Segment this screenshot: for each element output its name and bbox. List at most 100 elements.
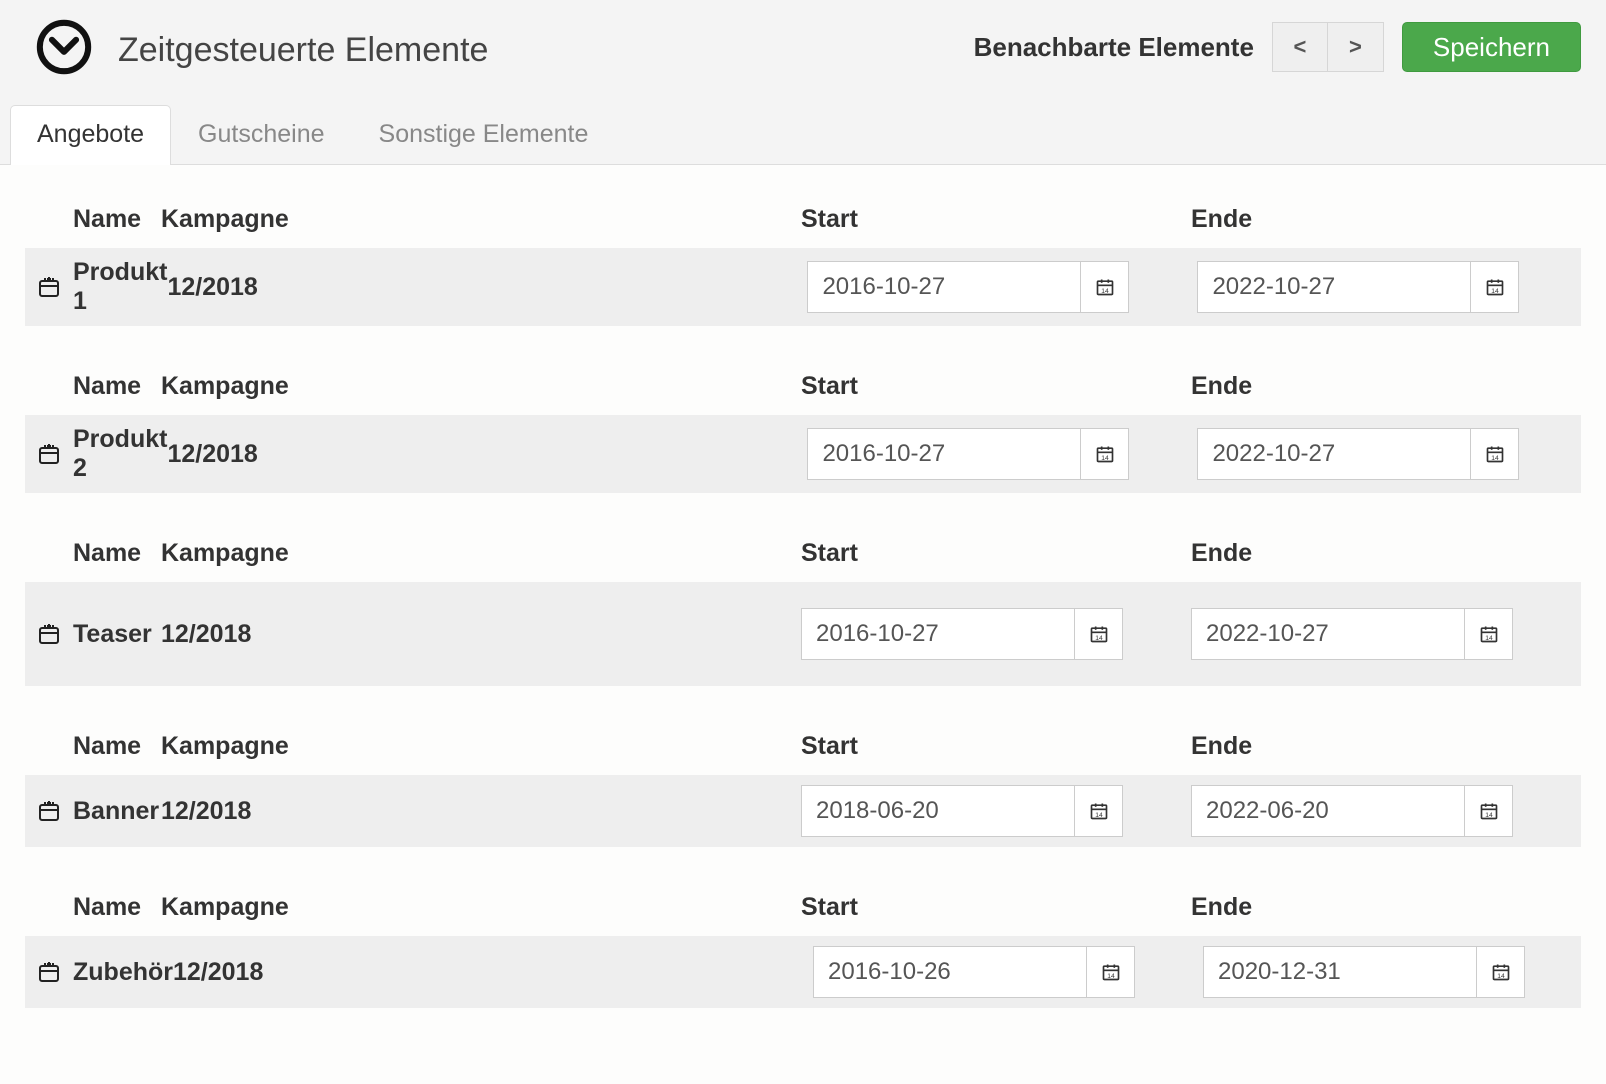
topbar: Zeitgesteuerte Elemente Benachbarte Elem… — [0, 0, 1606, 165]
svg-text:14: 14 — [1491, 288, 1499, 295]
row-name: Teaser — [73, 620, 161, 649]
group: NameKampagneStartEnde Zubehör12/2018 14 14 — [25, 883, 1581, 1008]
neighbor-elements-label: Benachbarte Elemente — [974, 32, 1254, 63]
calendar-icon[interactable]: 14 — [1087, 946, 1135, 998]
clipboard-add-icon[interactable] — [25, 960, 73, 984]
prev-button[interactable]: < — [1272, 22, 1328, 72]
svg-text:14: 14 — [1497, 973, 1505, 980]
calendar-icon[interactable]: 14 — [1075, 608, 1123, 660]
col-name: Name — [73, 539, 161, 568]
tabs: AngeboteGutscheineSonstige Elemente — [10, 104, 1581, 164]
group-header: NameKampagneStartEnde — [25, 722, 1581, 775]
calendar-icon[interactable]: 14 — [1465, 608, 1513, 660]
calendar-icon[interactable]: 14 — [1477, 946, 1525, 998]
col-start: Start — [801, 732, 1191, 761]
svg-text:14: 14 — [1101, 288, 1109, 295]
row-campaign: 12/2018 — [167, 273, 807, 302]
clipboard-add-icon[interactable] — [25, 799, 73, 823]
svg-text:14: 14 — [1095, 635, 1103, 642]
calendar-icon[interactable]: 14 — [1471, 261, 1519, 313]
col-name: Name — [73, 893, 161, 922]
calendar-icon[interactable]: 14 — [1465, 785, 1513, 837]
col-campaign: Kampagne — [161, 205, 801, 234]
calendar-icon[interactable]: 14 — [1075, 785, 1123, 837]
group: NameKampagneStartEnde Banner12/2018 14 14 — [25, 722, 1581, 847]
row-campaign: 12/2018 — [167, 440, 807, 469]
row-campaign: 12/2018 — [161, 797, 801, 826]
end-date-input[interactable] — [1203, 946, 1477, 998]
start-date-cell: 14 — [813, 946, 1203, 998]
col-end: Ende — [1191, 893, 1581, 922]
tab-gutscheine[interactable]: Gutscheine — [171, 105, 351, 165]
save-button[interactable]: Speichern — [1402, 22, 1581, 72]
tab-angebote[interactable]: Angebote — [10, 105, 171, 165]
group: NameKampagneStartEnde Teaser12/2018 14 14 — [25, 529, 1581, 686]
group-header: NameKampagneStartEnde — [25, 195, 1581, 248]
end-date-input[interactable] — [1191, 608, 1465, 660]
calendar-icon[interactable]: 14 — [1471, 428, 1519, 480]
end-date-cell: 14 — [1191, 608, 1581, 660]
clipboard-add-icon[interactable] — [25, 622, 73, 646]
end-date-cell: 14 — [1197, 428, 1587, 480]
col-campaign: Kampagne — [161, 372, 801, 401]
table-row: Produkt 112/20181414 — [25, 248, 1581, 326]
table-row: Produkt 212/2018 14 14 — [25, 415, 1581, 493]
end-date-input[interactable] — [1197, 261, 1471, 313]
col-name: Name — [73, 732, 161, 761]
group: NameKampagneStartEnde Produkt 212/2018 14 1… — [25, 362, 1581, 493]
table-row: Zubehör12/2018 14 14 — [25, 936, 1581, 1008]
col-end: Ende — [1191, 539, 1581, 568]
svg-text:14: 14 — [1485, 635, 1493, 642]
calendar-icon[interactable]: 14 — [1081, 261, 1129, 313]
table-row: Teaser12/2018 14 14 — [25, 582, 1581, 686]
col-name: Name — [73, 372, 161, 401]
col-end: Ende — [1191, 372, 1581, 401]
group-header: NameKampagneStartEnde — [25, 529, 1581, 582]
col-campaign: Kampagne — [161, 893, 801, 922]
end-date-cell: 14 — [1197, 261, 1587, 313]
tab-sonstige-elemente[interactable]: Sonstige Elemente — [352, 105, 616, 165]
page-title: Zeitgesteuerte Elemente — [118, 31, 488, 76]
col-campaign: Kampagne — [161, 732, 801, 761]
start-date-cell: 14 — [807, 261, 1197, 313]
row-name: Zubehör — [73, 958, 173, 987]
start-date-input[interactable] — [801, 785, 1075, 837]
clipboard-add-icon[interactable] — [25, 275, 73, 299]
calendar-icon[interactable]: 14 — [1081, 428, 1129, 480]
col-end: Ende — [1191, 205, 1581, 234]
group-header: NameKampagneStartEnde — [25, 883, 1581, 936]
start-date-input[interactable] — [807, 428, 1081, 480]
end-date-cell: 14 — [1191, 785, 1581, 837]
col-start: Start — [801, 372, 1191, 401]
clock-icon — [35, 18, 93, 76]
start-date-cell: 14 — [807, 428, 1197, 480]
col-end: Ende — [1191, 732, 1581, 761]
start-date-input[interactable] — [807, 261, 1081, 313]
row-campaign: 12/2018 — [161, 620, 801, 649]
col-campaign: Kampagne — [161, 539, 801, 568]
end-date-cell: 14 — [1203, 946, 1593, 998]
row-campaign: 12/2018 — [173, 958, 813, 987]
col-name: Name — [73, 205, 161, 234]
col-start: Start — [801, 539, 1191, 568]
end-date-input[interactable] — [1197, 428, 1471, 480]
content: NameKampagneStartEndeProdukt 112/2018141… — [0, 165, 1606, 1084]
col-start: Start — [801, 205, 1191, 234]
row-name: Produkt 2 — [73, 425, 167, 483]
row-name: Banner — [73, 797, 161, 826]
svg-text:14: 14 — [1095, 812, 1103, 819]
start-date-input[interactable] — [801, 608, 1075, 660]
neighbor-nav: < > — [1272, 22, 1384, 72]
clipboard-add-icon[interactable] — [25, 442, 73, 466]
table-row: Banner12/2018 14 14 — [25, 775, 1581, 847]
start-date-cell: 14 — [801, 608, 1191, 660]
group: NameKampagneStartEndeProdukt 112/2018141… — [25, 195, 1581, 326]
end-date-input[interactable] — [1191, 785, 1465, 837]
next-button[interactable]: > — [1328, 22, 1384, 72]
svg-text:14: 14 — [1101, 455, 1109, 462]
svg-text:14: 14 — [1485, 812, 1493, 819]
start-date-cell: 14 — [801, 785, 1191, 837]
start-date-input[interactable] — [813, 946, 1087, 998]
svg-text:14: 14 — [1107, 973, 1115, 980]
svg-text:14: 14 — [1491, 455, 1499, 462]
